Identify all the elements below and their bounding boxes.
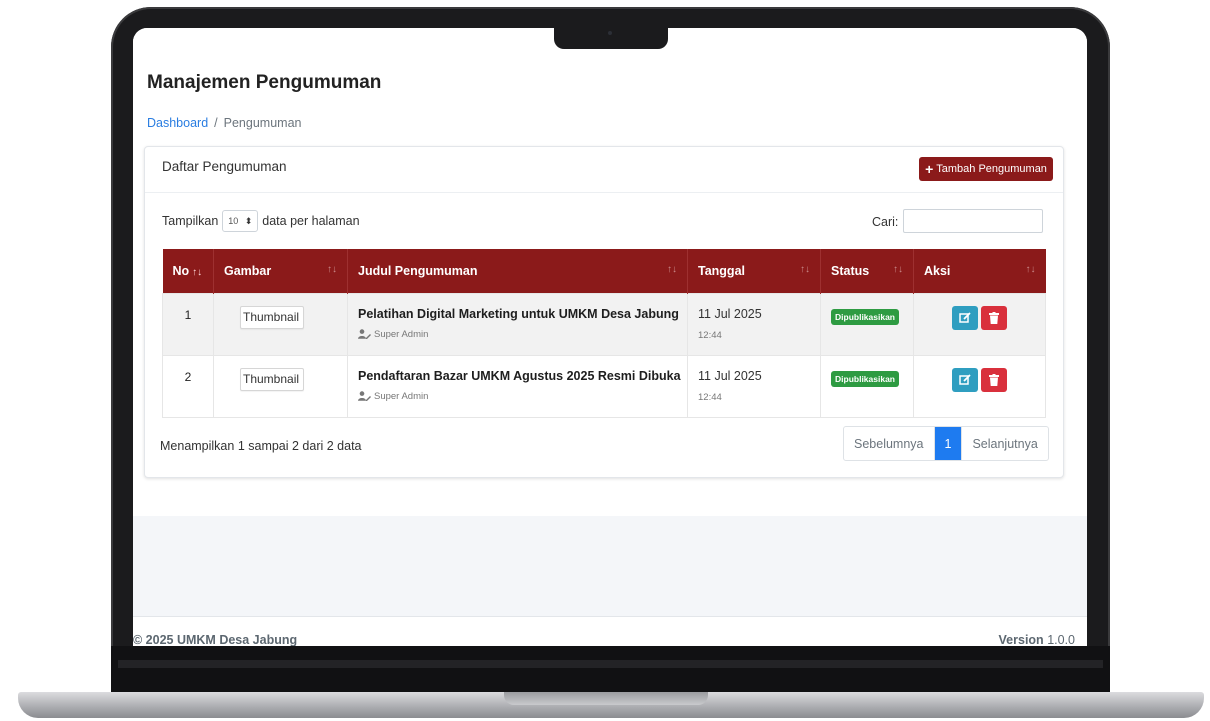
actions-cell: [913, 292, 1046, 356]
author-line: Super Admin: [358, 391, 677, 402]
plus-icon: +: [925, 161, 934, 177]
author-line: Super Admin: [358, 329, 677, 340]
select-arrows-icon: ⬍: [244, 215, 253, 226]
add-announcement-label: Tambah Pengumuman: [936, 163, 1047, 175]
author-name: Super Admin: [374, 328, 429, 340]
page-title: Manajemen Pengumuman: [147, 72, 382, 93]
title-cell: Pendaftaran Bazar UMKM Agustus 2025 Resm…: [347, 354, 688, 418]
breadcrumb-home-link[interactable]: Dashboard: [147, 116, 208, 130]
announcement-card: Daftar Pengumuman + Tambah Pengumuman Ta…: [144, 146, 1064, 478]
sort-icon: ↑↓: [1025, 264, 1036, 275]
page-length-value: 10: [228, 216, 239, 226]
edit-icon: [959, 373, 971, 385]
content-area: Manajemen Pengumuman Dashboard / Pengumuma…: [133, 28, 1087, 516]
announcement-title: Pelatihan Digital Marketing untuk UMKM D…: [358, 306, 679, 321]
laptop-bezel: [111, 646, 1110, 694]
page-1-button[interactable]: 1: [934, 427, 963, 460]
page-length-control: Tampilkan 10 ⬍ data per halaman: [162, 210, 360, 232]
sort-icon: ↑↓: [327, 264, 337, 275]
date-value: 11 Jul 2025: [698, 368, 762, 383]
status-cell: Dipublikasikan: [820, 292, 914, 356]
status-cell: Dipublikasikan: [820, 354, 914, 418]
column-header-title[interactable]: Judul Pengumuman ↑↓: [347, 249, 688, 293]
breadcrumb-current: Pengumuman: [223, 116, 302, 130]
footer-copyright: © 2025 UMKM Desa Jabung: [133, 633, 298, 646]
search-input[interactable]: [903, 209, 1043, 233]
time-value: 12:44: [698, 391, 722, 403]
search-label: Cari:: [872, 215, 899, 229]
page-length-select[interactable]: 10 ⬍: [222, 210, 259, 232]
column-header-actions[interactable]: Aksi ↑↓: [913, 249, 1046, 293]
table-row: 2 Thumbnail Pendaftaran Bazar UMKM Agust…: [162, 354, 1046, 418]
sort-icon: ↑↓: [893, 264, 903, 275]
status-badge: Dipublikasikan: [831, 308, 899, 325]
table-header-row: No ↑↓ Gambar ↑↓ Judul Pengumuman ↑↓ Tanggal…: [162, 249, 1046, 293]
actions-cell: [913, 354, 1046, 418]
date-cell: 11 Jul 2025 12:44: [687, 292, 821, 356]
table-row: 1 Thumbnail Pelatihan Digital Marketing …: [162, 292, 1046, 356]
status-badge: Dipublikasikan: [831, 370, 899, 387]
image-cell: Thumbnail: [213, 292, 348, 356]
title-cell: Pelatihan Digital Marketing untuk UMKM D…: [347, 292, 688, 356]
column-header-date[interactable]: Tanggal ↑↓: [687, 249, 821, 293]
sort-icon: ↑↓: [800, 264, 810, 275]
add-announcement-button[interactable]: + Tambah Pengumuman: [919, 157, 1053, 181]
delete-button[interactable]: [981, 367, 1007, 392]
version-label: Version: [998, 633, 1044, 646]
laptop-hinge: [118, 660, 1103, 668]
trash-icon: [989, 311, 999, 324]
breadcrumb-separator: /: [214, 116, 218, 130]
breadcrumb: Dashboard / Pengumuman: [147, 116, 301, 130]
delete-button[interactable]: [981, 305, 1007, 330]
edit-icon: [959, 311, 971, 323]
trash-icon: [989, 373, 999, 386]
author-name: Super Admin: [374, 390, 429, 402]
user-edit-icon: [358, 391, 371, 401]
column-header-no[interactable]: No ↑↓: [162, 249, 214, 293]
row-number: 2: [162, 354, 214, 418]
announcement-table: No ↑↓ Gambar ↑↓ Judul Pengumuman ↑↓ Tanggal…: [162, 249, 1046, 418]
announcement-title: Pendaftaran Bazar UMKM Agustus 2025 Resm…: [358, 368, 681, 383]
show-label: Tampilkan: [162, 214, 219, 228]
per-page-label: data per halaman: [262, 214, 360, 228]
column-header-image[interactable]: Gambar ↑↓: [213, 249, 348, 293]
user-edit-icon: [358, 329, 371, 339]
row-actions: [952, 305, 1035, 330]
next-page-button[interactable]: Selanjutnya: [962, 427, 1047, 460]
thumbnail-image: Thumbnail: [240, 367, 305, 391]
sort-asc-icon: ↑↓: [192, 266, 203, 278]
previous-page-button[interactable]: Sebelumnya: [844, 427, 935, 460]
card-header: Daftar Pengumuman + Tambah Pengumuman: [145, 147, 1063, 193]
camera-icon: [608, 31, 612, 35]
sort-icon: ↑↓: [667, 264, 677, 275]
version-value: 1.0.0: [1047, 633, 1075, 646]
image-cell: Thumbnail: [213, 354, 348, 418]
row-actions: [952, 367, 1035, 392]
column-header-status[interactable]: Status ↑↓: [820, 249, 914, 293]
laptop-base-notch: [504, 692, 708, 705]
screen: Manajemen Pengumuman Dashboard / Pengumuma…: [133, 28, 1087, 646]
date-cell: 11 Jul 2025 12:44: [687, 354, 821, 418]
row-number: 1: [162, 292, 214, 356]
date-value: 11 Jul 2025: [698, 306, 762, 321]
table-info: Menampilkan 1 sampai 2 dari 2 data: [160, 439, 362, 453]
time-value: 12:44: [698, 329, 722, 341]
footer-version: Version 1.0.0: [999, 633, 1075, 646]
card-title: Daftar Pengumuman: [162, 159, 287, 174]
edit-button[interactable]: [952, 367, 978, 392]
edit-button[interactable]: [952, 305, 978, 330]
thumbnail-image: Thumbnail: [240, 305, 305, 329]
pagination: Sebelumnya 1 Selanjutnya: [843, 426, 1049, 461]
